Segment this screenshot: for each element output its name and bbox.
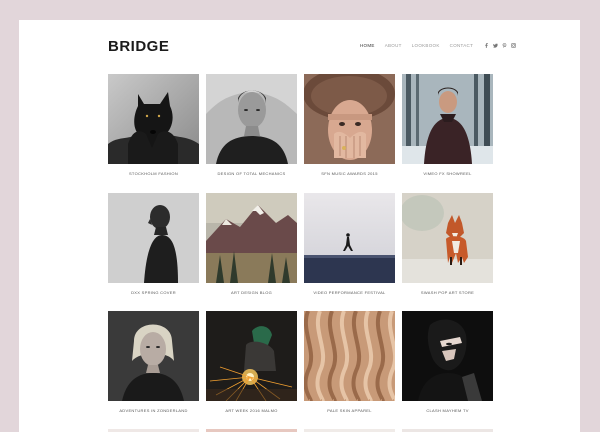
portfolio-caption[interactable]: ADVENTURES IN ZONDERLAND <box>102 408 205 413</box>
facebook-icon[interactable] <box>484 43 489 48</box>
portfolio-thumbnail[interactable] <box>304 193 395 283</box>
portfolio-caption[interactable]: VIMEO FX SHOWREEL <box>396 171 499 176</box>
nav-lookbook[interactable]: LOOKBOOK <box>412 43 440 48</box>
portfolio-thumbnail[interactable] <box>108 311 199 401</box>
blonde-woman-portrait-image <box>108 311 199 401</box>
woman-shadow-face-image <box>402 311 493 401</box>
bald-man-profile-image <box>108 193 199 283</box>
portfolio-thumbnail[interactable] <box>402 311 493 401</box>
person-walking-beach-image <box>304 193 395 283</box>
portfolio-thumbnail[interactable] <box>206 311 297 401</box>
site-logo[interactable]: BRIDGE <box>108 38 169 55</box>
portfolio-thumbnail[interactable] <box>108 74 199 164</box>
portfolio-caption[interactable]: SWASH POP ART STORE <box>396 290 499 295</box>
red-fox-image <box>402 193 493 283</box>
portfolio-caption[interactable]: DXX SPRING COVER <box>102 290 205 295</box>
black-wolf-image <box>108 74 199 164</box>
portfolio-thumbnail[interactable] <box>402 74 493 164</box>
twitter-icon[interactable] <box>493 43 498 48</box>
portfolio-thumbnail[interactable] <box>304 311 395 401</box>
nav-contact[interactable]: CONTACT <box>450 43 474 48</box>
nav-about[interactable]: ABOUT <box>385 43 402 48</box>
portfolio-thumbnail[interactable] <box>206 74 297 164</box>
portfolio-thumbnail[interactable] <box>402 193 493 283</box>
woman-wet-hair-image <box>206 74 297 164</box>
pinterest-icon[interactable] <box>502 43 507 48</box>
portfolio-thumbnail[interactable] <box>304 74 395 164</box>
portfolio-caption[interactable]: ART WEEK 2016 MALMO <box>200 408 303 413</box>
portfolio-caption[interactable]: STOCKHOLM FASHION <box>102 171 205 176</box>
portfolio-caption[interactable]: PALE SKIN APPAREL <box>298 408 401 413</box>
portfolio-caption[interactable]: CLASH MAYHEM TV <box>396 408 499 413</box>
portfolio-thumbnail[interactable] <box>108 193 199 283</box>
woman-fur-hat-image <box>304 74 395 164</box>
welder-sparks-image <box>206 311 297 401</box>
nav-home[interactable]: HOME <box>360 43 375 48</box>
portfolio-caption[interactable]: SFN MUSIC AWARDS 2015 <box>298 171 401 176</box>
social-links <box>484 43 520 48</box>
portfolio-thumbnail[interactable] <box>206 193 297 283</box>
portfolio-caption[interactable]: VIDEO PERFORMANCE FESTIVAL <box>298 290 401 295</box>
wavy-wood-texture-image <box>304 311 395 401</box>
portfolio-caption[interactable]: DESIGN OF TOTAL MECHANICS <box>200 171 303 176</box>
man-in-snowy-forest-image <box>402 74 493 164</box>
instagram-icon[interactable] <box>511 43 517 48</box>
main-nav: HOME ABOUT LOOKBOOK CONTACT <box>360 43 520 48</box>
mountain-landscape-image <box>206 193 297 283</box>
page-container: BRIDGE HOME ABOUT LOOKBOOK CONTACT STOCK… <box>19 20 580 432</box>
portfolio-caption[interactable]: ART DESIGN BLOG <box>200 290 303 295</box>
